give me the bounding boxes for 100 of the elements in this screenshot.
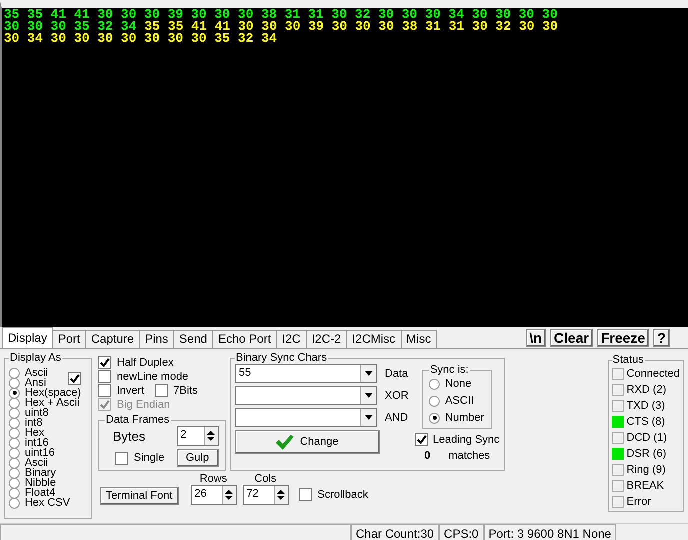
- match-count: 0: [424, 450, 431, 462]
- radio-button[interactable]: [9, 498, 20, 508]
- checkbox[interactable]: [115, 452, 128, 464]
- cols-spinner[interactable]: 72: [242, 485, 289, 505]
- combo-box[interactable]: [235, 408, 377, 427]
- status-label: Ring (9): [626, 464, 666, 476]
- option-label: Invert: [117, 384, 145, 396]
- status-label: Connected: [626, 368, 680, 380]
- toolbar-button[interactable]: Clear: [550, 329, 594, 347]
- radio-button[interactable]: [429, 378, 440, 390]
- terminal-text: 35 35 41 41 30 30 30 39 30 30 30 38 31 31 30 32 30 30: [144, 21, 558, 33]
- radio-button[interactable]: [9, 458, 20, 468]
- gulp-button[interactable]: Gulp: [176, 449, 219, 467]
- radio-button[interactable]: [9, 438, 20, 448]
- checkbox[interactable]: [415, 433, 428, 446]
- spin-arrows-icon[interactable]: [225, 489, 234, 501]
- spin-arrows-icon[interactable]: [277, 489, 286, 501]
- option-label: Leading Sync: [433, 434, 500, 446]
- radio-button[interactable]: [9, 408, 20, 418]
- option-label: newLine mode: [117, 370, 189, 382]
- checkbox[interactable]: [98, 356, 111, 369]
- radio-button[interactable]: [9, 468, 20, 478]
- dropdown-arrow-icon[interactable]: [364, 415, 372, 420]
- terminal-text: 30 30 30 35 32 34: [4, 21, 137, 33]
- toolbar-button[interactable]: Freeze: [597, 329, 650, 347]
- group-title: Sync is:: [429, 364, 470, 376]
- rows-spinner[interactable]: 26: [190, 485, 237, 505]
- cols-label: Cols: [254, 473, 277, 485]
- option-label: 7Bits: [174, 384, 198, 396]
- status-bar-text: Char Count:30: [351, 524, 440, 540]
- dropdown-arrow-icon[interactable]: [364, 393, 372, 398]
- checkbox[interactable]: [298, 488, 312, 501]
- status-label: DCD (1): [626, 432, 668, 444]
- option-label: Big Endian: [117, 398, 170, 410]
- radio-button[interactable]: [9, 418, 20, 428]
- radio-button[interactable]: [9, 448, 20, 458]
- field-label: AND: [385, 412, 408, 424]
- checkbox[interactable]: [98, 384, 111, 397]
- status-bar-text: Port: 3 9600 8N1 None: [484, 524, 616, 540]
- option-label: Hex: [25, 428, 45, 438]
- group-title: Status: [612, 354, 645, 366]
- bytes-label: Bytes: [112, 428, 147, 444]
- option-label: None: [445, 378, 472, 390]
- status-label: BREAK: [626, 480, 664, 492]
- toolbar-button[interactable]: ?: [653, 329, 670, 347]
- tab[interactable]: Capture: [85, 330, 140, 348]
- option-label: Nibble: [25, 478, 56, 488]
- terminal-text: 30 34 30 30 30 30 30 30 30 35 32 34: [4, 33, 278, 45]
- field-label: Data: [385, 368, 408, 380]
- radio-button[interactable]: [9, 428, 20, 438]
- option-label: Scrollback: [318, 488, 368, 500]
- radio-button[interactable]: [9, 378, 20, 388]
- option-label: Ascii: [25, 458, 48, 468]
- option-label: Hex + Ascii: [25, 398, 80, 408]
- checkbox[interactable]: [98, 370, 111, 383]
- toolbar-button[interactable]: \n: [526, 329, 546, 347]
- radio-button[interactable]: [429, 396, 440, 406]
- combo-box[interactable]: 55: [235, 364, 377, 383]
- status-label: TXD (3): [626, 400, 666, 412]
- radio-button[interactable]: [9, 398, 20, 408]
- dropdown-arrow-icon[interactable]: [364, 371, 372, 376]
- status-bar-text: CPS:0: [439, 524, 484, 540]
- tab[interactable]: Display: [2, 327, 54, 348]
- option-label: Number: [445, 412, 484, 424]
- radio-button[interactable]: [9, 388, 20, 398]
- option-label: Binary: [25, 468, 56, 478]
- option-label: Single: [134, 452, 165, 464]
- checkbox[interactable]: [68, 372, 81, 385]
- terminal-font-button[interactable]: Terminal Font: [100, 487, 179, 505]
- terminal-text: 35 35 41 41 30 30 30 39 30 30 30 38 31 31 30 32 30 30 30 34 30 30 30 30: [4, 9, 558, 21]
- checkbox[interactable]: [154, 384, 168, 397]
- option-label: int8: [25, 418, 43, 428]
- bytes-spinner[interactable]: 2: [176, 426, 219, 446]
- combo-box[interactable]: [235, 386, 377, 405]
- option-label: Ansi: [25, 378, 46, 388]
- option-label: Hex CSV: [25, 498, 70, 508]
- rows-label: Rows: [200, 473, 228, 485]
- radio-button[interactable]: [429, 412, 440, 424]
- group-title: Display As: [9, 352, 62, 364]
- radio-button[interactable]: [9, 478, 20, 488]
- checkmark-icon: [276, 434, 294, 450]
- field-label: XOR: [385, 390, 409, 402]
- status-label: CTS (8): [626, 416, 666, 428]
- option-label: uint16: [25, 448, 55, 458]
- status-label: DSR (6): [626, 448, 667, 460]
- status-label: Error: [626, 496, 652, 508]
- status-label: RXD (2): [626, 384, 667, 396]
- option-label: Ascii: [25, 368, 48, 378]
- option-label: Float4: [25, 488, 56, 498]
- matches-label: matches: [448, 450, 490, 462]
- option-label: Half Duplex: [117, 356, 174, 368]
- option-label: Hex(space): [25, 388, 82, 398]
- spin-arrows-icon[interactable]: [207, 430, 216, 442]
- radio-button[interactable]: [9, 488, 20, 498]
- tab[interactable]: Misc: [400, 330, 438, 348]
- change-button[interactable]: Change: [235, 430, 380, 454]
- option-label: ASCII: [445, 395, 474, 407]
- group-title: Data Frames: [105, 414, 171, 426]
- option-label: int16: [25, 438, 49, 448]
- radio-button[interactable]: [9, 368, 20, 378]
